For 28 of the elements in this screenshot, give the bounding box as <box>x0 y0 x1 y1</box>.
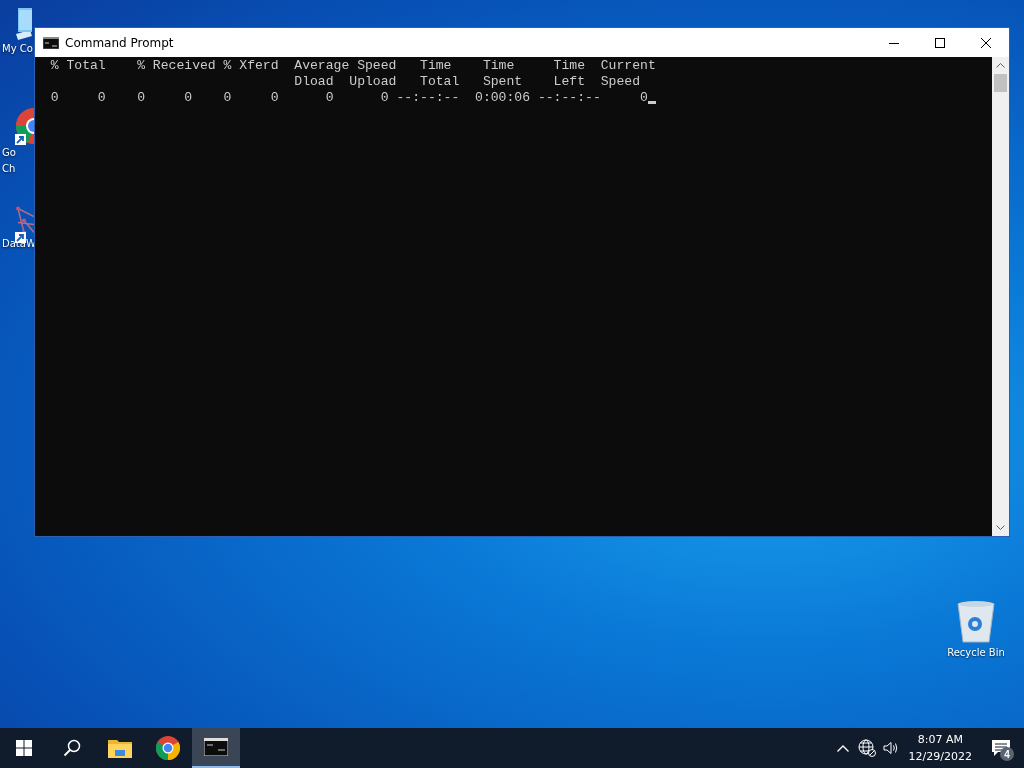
maximize-icon <box>935 37 945 48</box>
text-cursor <box>647 101 656 104</box>
console-line: % Total % Received % Xferd Average Speed Time Time Time Current <box>49 58 656 74</box>
clock[interactable]: 8:07 AM 12/29/2022 <box>902 731 978 765</box>
scrollbar[interactable] <box>992 57 1009 536</box>
chrome-icon <box>156 736 180 760</box>
console-line: 0 0 0 0 0 0 0 0 --:--:-- 0:00:06 --:--:-- 0 <box>49 90 648 106</box>
close-icon <box>981 37 991 48</box>
scroll-up-icon[interactable] <box>996 63 1005 68</box>
icon-label: Go <box>1 146 16 160</box>
network-icon <box>16 206 34 235</box>
computer-icon <box>16 8 32 40</box>
windows-logo-icon <box>16 740 32 756</box>
scrollbar-thumb[interactable] <box>994 74 1007 92</box>
search-icon <box>63 739 81 757</box>
icon-label: Ch <box>1 162 16 176</box>
icon-label: My Co <box>1 42 33 56</box>
terminal-icon <box>43 36 59 49</box>
window-title: Command Prompt <box>65 35 175 50</box>
taskbar-button[interactable] <box>192 728 240 768</box>
folder-icon <box>108 738 132 758</box>
notification-count: 4 <box>1000 747 1014 761</box>
scroll-down-icon[interactable] <box>996 525 1005 530</box>
console-line: Dload Upload Total Spent Left Speed <box>293 74 641 90</box>
notifications-button[interactable]: 4 <box>978 728 1024 768</box>
terminal-icon <box>204 738 228 756</box>
icon-label: Recycle Bin <box>947 646 1005 660</box>
recycle-bin-icon <box>956 600 996 644</box>
